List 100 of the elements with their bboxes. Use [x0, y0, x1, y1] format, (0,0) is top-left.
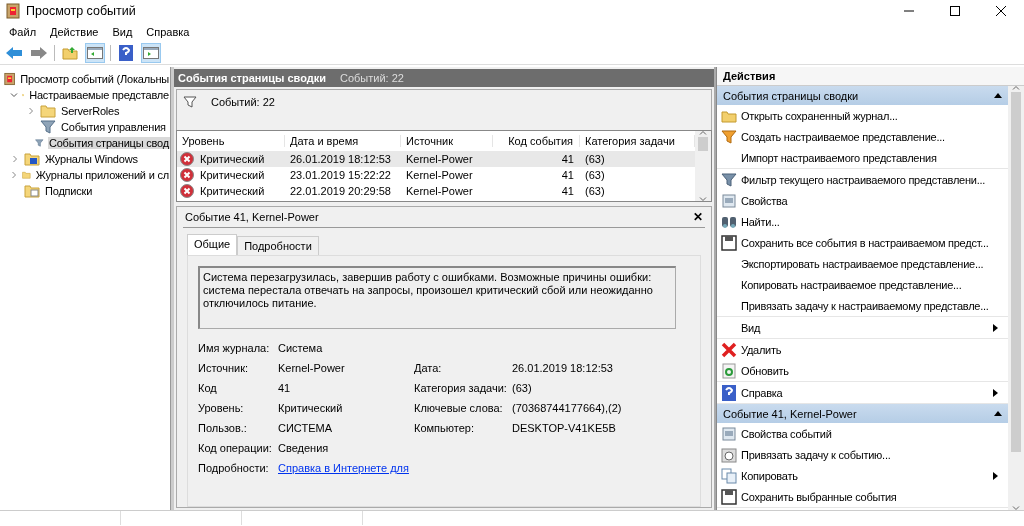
- column-header[interactable]: Код события: [493, 135, 580, 147]
- detail-title: Событие 41, Kernel-Power: [185, 211, 320, 223]
- event-viewer-icon: [4, 71, 16, 87]
- clock-icon: [721, 446, 737, 463]
- field-label: Подробности:: [198, 462, 270, 474]
- menu-item[interactable]: Действие: [43, 26, 106, 38]
- scrollbar-thumb[interactable]: [1011, 92, 1021, 452]
- table-cell-text: 41: [560, 169, 575, 181]
- action-item[interactable]: Открыть сохраненный журнал...: [741, 109, 1008, 122]
- field-value: Kernel-Power: [278, 362, 346, 374]
- field-label: Код операции:: [198, 442, 273, 454]
- filter-count: Событий: 22: [211, 96, 275, 108]
- action-item[interactable]: Вид: [741, 321, 993, 334]
- binoculars-icon: [721, 214, 737, 229]
- console-tree-button[interactable]: [85, 43, 105, 63]
- field-label: Имя журнала:: [198, 342, 271, 354]
- tree-item[interactable]: Журналы приложений и сл: [34, 169, 170, 181]
- collapse-icon[interactable]: [994, 93, 1002, 98]
- collapse-icon[interactable]: [994, 411, 1002, 416]
- filter-icon: [40, 120, 56, 134]
- tree-item[interactable]: Настраиваемые представле: [28, 89, 170, 101]
- table-row[interactable]: Критический 26.01.2019 18:12:53 Kernel-Power 41 (63): [177, 151, 695, 167]
- action-item[interactable]: Справка: [741, 386, 993, 399]
- action-item[interactable]: Создать настраиваемое представление...: [741, 130, 1008, 143]
- scrollbar-thumb[interactable]: [698, 137, 708, 151]
- filter-icon: [721, 172, 737, 187]
- column-header[interactable]: Уровень: [177, 135, 285, 147]
- action-item[interactable]: Копировать: [741, 469, 993, 482]
- scrollbar[interactable]: [1008, 86, 1024, 510]
- tree-item[interactable]: Журналы Windows: [44, 153, 139, 165]
- action-item[interactable]: Сохранить все события в настраиваемом предст...: [741, 236, 1008, 249]
- close-button[interactable]: ✕: [693, 210, 703, 224]
- table-cell-text: 26.01.2019 18:12:53: [289, 153, 392, 165]
- action-item[interactable]: Найти...: [741, 215, 1008, 228]
- menu-item[interactable]: Справка: [139, 26, 197, 38]
- action-item[interactable]: Привязать задачу к событию...: [741, 448, 1008, 461]
- error-icon: [180, 184, 194, 198]
- section-header[interactable]: События страницы сводки: [717, 86, 1008, 105]
- close-icon[interactable]: [996, 6, 1006, 16]
- field-value: Система: [278, 342, 324, 354]
- action-item[interactable]: Экспортировать настраиваемое представление...: [741, 257, 1008, 270]
- menu-item[interactable]: Файл: [2, 26, 44, 38]
- field-value: 41: [278, 382, 292, 394]
- help-button[interactable]: [116, 43, 136, 63]
- expand-chevron-icon[interactable]: [10, 171, 18, 179]
- tree-item[interactable]: События страницы свод: [47, 137, 170, 149]
- field-value: (63): [512, 382, 533, 394]
- tree-item[interactable]: Просмотр событий (Локальны: [19, 73, 170, 85]
- section-title: Событие 41, Kernel-Power: [723, 407, 858, 420]
- action-item[interactable]: Фильтр текущего настраиваемого представлени...: [741, 173, 1008, 186]
- field-label: Уровень:: [198, 402, 245, 414]
- help-icon: [722, 384, 736, 401]
- action-item[interactable]: Удалить: [741, 343, 1008, 356]
- action-item[interactable]: Копировать настраиваемое представление...: [741, 278, 1008, 291]
- table-cell-text: Критический: [199, 153, 265, 165]
- scroll-down-icon[interactable]: [1012, 506, 1020, 510]
- collapse-chevron-icon[interactable]: [10, 91, 18, 99]
- scroll-up-icon[interactable]: [1012, 86, 1020, 90]
- table-cell-text: Kernel-Power: [405, 169, 474, 181]
- copy-icon: [721, 467, 737, 484]
- table-cell-text: (63): [584, 185, 606, 197]
- scroll-up-icon[interactable]: [699, 131, 707, 135]
- column-header[interactable]: Источник: [401, 135, 493, 147]
- filter-icon: [35, 136, 44, 150]
- help-link[interactable]: Справка в Интернете для: [278, 462, 409, 474]
- tree-item[interactable]: Подписки: [44, 185, 94, 197]
- table-cell-text: 41: [560, 153, 575, 165]
- close-icon: [721, 341, 737, 358]
- table-cell-text: (63): [584, 153, 606, 165]
- tab[interactable]: Подробности: [237, 236, 319, 255]
- maximize-icon[interactable]: [950, 6, 960, 16]
- scrollbar[interactable]: [695, 131, 711, 201]
- table-cell-text: Критический: [199, 185, 265, 197]
- action-item[interactable]: Свойства: [741, 194, 1008, 207]
- properties-icon: [721, 192, 737, 209]
- section-header[interactable]: Событие 41, Kernel-Power: [717, 404, 1008, 423]
- table-row[interactable]: Критический 22.01.2019 20:29:58 Kernel-Power 41 (63): [177, 183, 695, 199]
- tree-item[interactable]: События управления: [60, 121, 167, 133]
- action-item[interactable]: Сохранить выбранные события: [741, 490, 1008, 503]
- table-cell-text: 23.01.2019 15:22:22: [289, 169, 392, 181]
- error-icon: [180, 168, 194, 182]
- field-value: Критический: [278, 402, 344, 414]
- expand-chevron-icon[interactable]: [27, 107, 35, 115]
- tree-item[interactable]: ServerRoles: [60, 105, 121, 117]
- table-cell-text: 41: [560, 185, 575, 197]
- column-header[interactable]: Дата и время: [285, 135, 401, 147]
- scroll-down-icon[interactable]: [699, 197, 707, 201]
- table-row[interactable]: Критический 23.01.2019 15:22:22 Kernel-Power 41 (63): [177, 167, 695, 183]
- menu-item[interactable]: Вид: [105, 26, 140, 38]
- action-item[interactable]: Привязать задачу к настраиваемому представле...: [741, 299, 1008, 312]
- action-item[interactable]: Обновить: [741, 364, 1008, 377]
- action-pane-button[interactable]: [141, 43, 161, 63]
- action-item[interactable]: Свойства событий: [741, 427, 1008, 440]
- expand-chevron-icon[interactable]: [11, 155, 19, 163]
- table-cell-text: (63): [584, 169, 606, 181]
- table-cell-text: Kernel-Power: [405, 153, 474, 165]
- table-cell-text: 22.01.2019 20:29:58: [289, 185, 392, 197]
- field-label: Ключевые слова:: [414, 402, 504, 414]
- action-item[interactable]: Импорт настраиваемого представления: [741, 151, 1008, 164]
- tab[interactable]: Общие: [187, 234, 238, 255]
